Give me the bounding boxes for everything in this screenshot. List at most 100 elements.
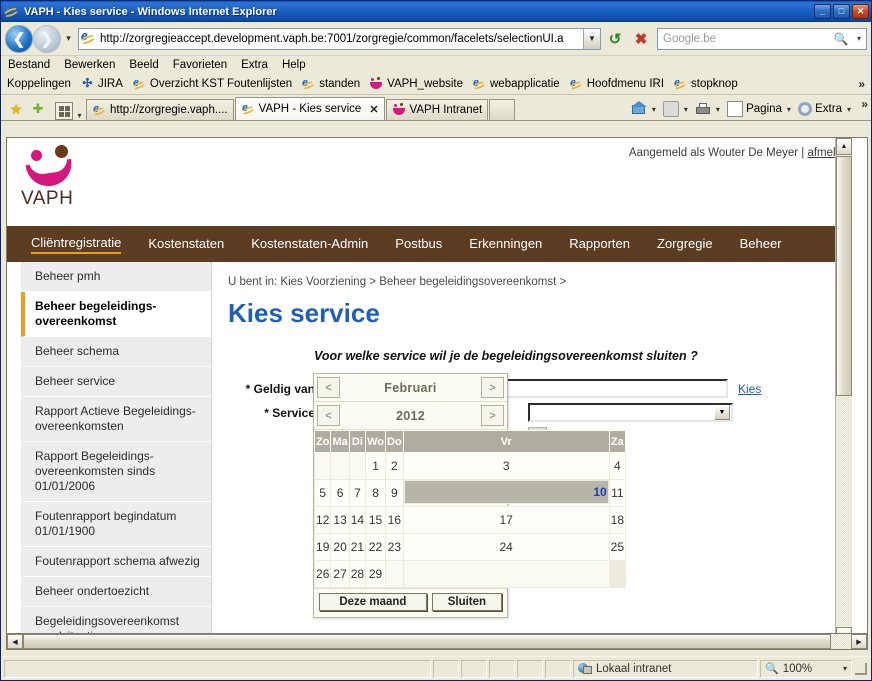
chevron-down-icon[interactable]: ▾ [847, 105, 851, 114]
sidebar-item-beheer-ondertoezicht[interactable]: Beheer ondertoezicht [21, 577, 211, 607]
history-dropdown-icon[interactable]: ▾ [62, 33, 75, 44]
sidebar-item-foutenrapport-schema-afwezig[interactable]: Foutenrapport schema afwezig [21, 547, 211, 577]
link-overzicht-kst-foutenlijsten[interactable]: Overzicht KST Foutenlijsten [132, 75, 292, 92]
calendar-day[interactable]: 17 [402, 506, 610, 534]
feeds-button[interactable] [662, 101, 680, 117]
calendar-day[interactable]: 21 [348, 533, 367, 561]
search-icon[interactable]: 🔍 [830, 29, 852, 49]
page-horizontal-scrollbar[interactable]: ◀ ▶ [6, 633, 868, 650]
url-input[interactable]: http://zorgregieaccept.development.vaph.… [78, 27, 601, 50]
menu-item-bestand[interactable]: Bestand [8, 59, 50, 71]
search-provider-dropdown-icon[interactable]: ▾ [852, 34, 866, 43]
print-button[interactable] [694, 102, 712, 116]
add-favorite-icon[interactable]: ✚ [27, 98, 49, 120]
next-year-button[interactable]: > [481, 405, 504, 426]
calendar-day[interactable]: 23 [385, 533, 404, 561]
scroll-left-button[interactable]: ◀ [7, 634, 23, 649]
calendar-day[interactable]: 25 [608, 533, 627, 561]
chevron-down-icon[interactable]: ▾ [684, 105, 688, 114]
nav-item-rapporten[interactable]: Rapporten [569, 236, 630, 253]
zoom-control[interactable]: 🔍 100% ▾ [760, 659, 852, 678]
calendar-day[interactable]: 29 [365, 560, 386, 588]
nav-item-beheer[interactable]: Beheer [740, 236, 782, 253]
page-menu-button[interactable]: Pagina [726, 101, 783, 117]
link-webapplicatie[interactable]: webapplicatie [472, 75, 560, 92]
zoom-dropdown-icon[interactable]: ▾ [843, 664, 847, 673]
calendar-day[interactable]: 19 [313, 533, 332, 561]
back-arrow-icon[interactable]: ❮ [5, 24, 33, 53]
calendar-day[interactable]: 20 [330, 533, 350, 561]
calendar-day[interactable]: 11 [608, 479, 627, 507]
close-calendar-button[interactable]: Sluiten [431, 593, 502, 611]
sidebar-item-rapport-actieve-begeleidingsovereenkomsten[interactable]: Rapport Actieve Begeleidings-overeenkoms… [21, 397, 211, 442]
menu-item-favorieten[interactable]: Favorieten [173, 59, 227, 71]
security-zone[interactable]: Lokaal intranet [573, 659, 758, 678]
scroll-right-button[interactable]: ▶ [851, 634, 867, 649]
resize-grip[interactable] [854, 662, 868, 676]
link-standen[interactable]: standen [301, 75, 360, 92]
sidebar-item-beheer-begeleidingsovereenkomst[interactable]: Beheer begeleidings-overeenkomst [21, 292, 211, 337]
calendar-day[interactable]: 9 [385, 479, 404, 507]
stop-icon[interactable]: ✖ [629, 27, 653, 51]
kies-link[interactable]: Kies [738, 382, 761, 396]
menu-item-beeld[interactable]: Beeld [129, 59, 158, 71]
sidebar-item-foutenrapport-begindatum[interactable]: Foutenrapport begindatum 01/01/1900 [21, 502, 211, 547]
nav-item-kostenstaten-admin[interactable]: Kostenstaten-Admin [251, 236, 368, 253]
refresh-icon[interactable]: ↺ [603, 27, 627, 51]
links-overflow-icon[interactable]: » [858, 77, 865, 91]
chevron-down-icon[interactable]: ▾ [652, 105, 656, 114]
favorites-star-icon[interactable]: ★ [5, 98, 27, 120]
calendar-day[interactable]: 8 [365, 479, 386, 507]
chevron-down-icon[interactable]: ▼ [714, 405, 730, 420]
scrollbar-track[interactable] [836, 397, 852, 626]
service-select[interactable]: ▼ [528, 403, 733, 422]
scroll-up-button[interactable]: ▲ [836, 138, 852, 155]
link-jira[interactable]: ✣ JIRA [80, 76, 122, 92]
menu-item-bewerken[interactable]: Bewerken [64, 59, 115, 71]
tab-close-icon[interactable]: ✕ [369, 103, 378, 116]
calendar-day[interactable]: 2 [385, 452, 404, 480]
calendar-day[interactable]: 3 [402, 452, 610, 480]
calendar-day[interactable]: 7 [348, 479, 367, 507]
calendar-day[interactable]: 24 [402, 533, 610, 561]
calendar-day[interactable]: 27 [330, 560, 350, 588]
link-vaph-website[interactable]: VAPH_website [369, 76, 463, 92]
home-button[interactable] [630, 100, 648, 117]
calendar-day[interactable]: 26 [313, 560, 332, 588]
nav-item-erkenningen[interactable]: Erkenningen [469, 236, 542, 253]
chevron-down-icon[interactable]: ▼ [583, 28, 600, 49]
calendar-day[interactable]: 14 [348, 506, 367, 534]
tab-tools-overflow-icon[interactable]: » [861, 97, 868, 111]
calendar-day[interactable]: 4 [608, 452, 627, 480]
scrollbar-thumb[interactable] [836, 156, 852, 396]
close-button[interactable]: ✕ [852, 4, 869, 19]
hscrollbar-thumb[interactable] [23, 634, 831, 649]
calendar-day[interactable]: 22 [365, 533, 386, 561]
hscrollbar-track[interactable] [831, 634, 851, 649]
link-hoofdmenu-iri[interactable]: Hoofdmenu IRI [569, 75, 664, 92]
minimize-button[interactable]: _ [814, 4, 831, 19]
calendar-day[interactable]: 15 [365, 506, 386, 534]
calendar-day[interactable]: 28 [348, 560, 367, 588]
search-box[interactable]: Google.be 🔍 ▾ [657, 27, 867, 50]
sidebar-item-beheer-pmh[interactable]: Beheer pmh [21, 262, 211, 292]
calendar-day-selected[interactable]: 10 [403, 480, 609, 504]
link-stopknop[interactable]: stopknop [673, 75, 738, 92]
sidebar-item-rapport-begeleidingsovereenkomsten-sinds[interactable]: Rapport Begeleidings-overeenkomsten sind… [21, 442, 211, 502]
page-vertical-scrollbar[interactable]: ▲ ▼ [835, 138, 852, 644]
nav-item-zorgregie[interactable]: Zorgregie [657, 236, 713, 253]
new-tab-button[interactable] [489, 99, 516, 120]
this-month-button[interactable]: Deze maand [319, 593, 427, 611]
maximize-button[interactable]: □ [833, 4, 850, 19]
calendar-day[interactable]: 18 [608, 506, 627, 534]
calendar-day[interactable]: 16 [385, 506, 404, 534]
menu-item-help[interactable]: Help [282, 59, 306, 71]
calendar-day[interactable]: 6 [330, 479, 350, 507]
prev-month-button[interactable]: < [317, 377, 340, 398]
menu-item-extra[interactable]: Extra [241, 59, 268, 71]
calendar-day[interactable]: 5 [313, 479, 332, 507]
calendar-day[interactable]: 1 [365, 452, 386, 480]
calendar-day[interactable]: 12 [313, 506, 332, 534]
nav-item-clientregistratie[interactable]: Cliëntregistratie [31, 235, 122, 254]
prev-year-button[interactable]: < [317, 405, 340, 426]
